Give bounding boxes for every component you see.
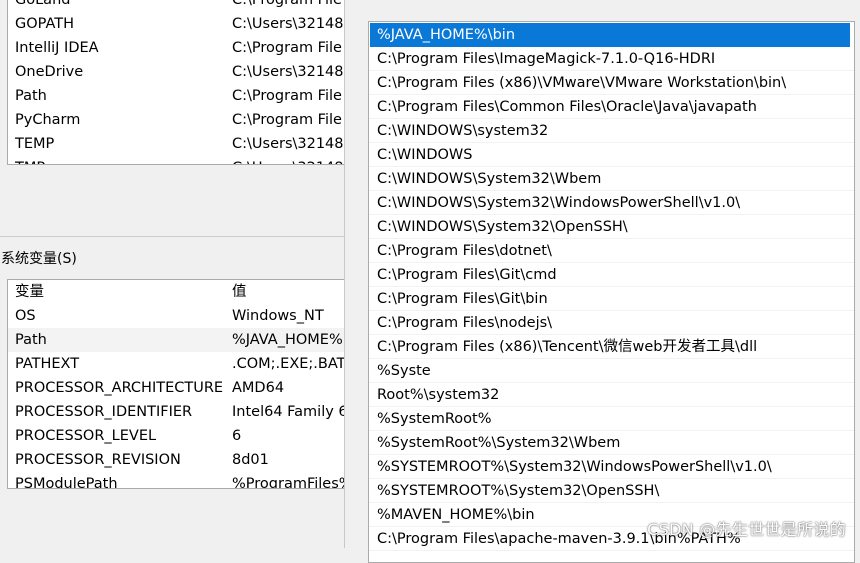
path-entry[interactable]: %SYSTEMROOT%\System32\WindowsPowerShell\… [369,455,854,479]
variable-row[interactable]: TMP C:\Users\32148 [8,156,353,164]
variable-name: Path [15,332,47,348]
path-entry[interactable]: %SYSTEMROOT%\System32\OpenSSH\ [369,479,854,503]
path-entry[interactable]: C:\Program Files\nodejs\ [369,311,854,335]
variable-value: C:\Program File [232,88,342,104]
variable-row[interactable]: GoLand C:\Program File [8,0,353,12]
variable-value: .COM;.EXE;.BAT [232,356,346,372]
variable-value: C:\Users\32148 [232,16,344,32]
variable-value: 6 [232,428,242,444]
path-entries-list[interactable]: %JAVA_HOME%\bin C:\Program Files\ImageMag… [368,21,855,563]
variable-name: GOPATH [15,16,75,32]
path-entry[interactable]: C:\WINDOWS [369,143,854,167]
variable-row[interactable]: OS Windows_NT [8,304,353,328]
variable-row[interactable]: Path %JAVA_HOME% [8,328,353,352]
variable-name: PyCharm [15,112,81,128]
path-entry[interactable]: C:\Program Files (x86)\VMware\VMware Wor… [369,71,854,95]
variable-row[interactable]: Path C:\Program File [8,84,353,108]
path-entry[interactable]: C:\Program Files\Git\bin [369,287,854,311]
path-entry[interactable]: C:\WINDOWS\system32 [369,119,854,143]
variable-row[interactable]: OneDrive C:\Users\32148 [8,60,353,84]
variable-name: PROCESSOR_LEVEL [15,428,157,444]
variable-row[interactable]: PATHEXT .COM;.EXE;.BAT [8,352,353,376]
path-entry[interactable]: %JAVA_HOME%\bin [370,23,850,47]
variable-row[interactable]: PyCharm C:\Program File [8,108,353,132]
variable-row[interactable]: IntelliJ IDEA C:\Program File [8,36,353,60]
variable-value: AMD64 [232,380,285,396]
watermark: CSDN @先生世世是所说的 [647,520,846,539]
path-entry[interactable]: C:\WINDOWS\System32\Wbem [369,167,854,191]
variable-row[interactable]: TEMP C:\Users\32148 [8,132,353,156]
path-entry[interactable]: Root%\system32 [369,383,854,407]
variable-name: PROCESSOR_REVISION [15,452,181,468]
path-entry[interactable]: %SystemRoot% [369,407,854,431]
variable-row[interactable]: PSModulePath %ProgramFiles% [8,472,353,489]
variable-value: C:\Users\32148 [232,156,353,164]
path-entry[interactable]: C:\Program Files\Common Files\Oracle\Jav… [369,95,854,119]
variable-name: PROCESSOR_ARCHITECTURE [15,380,224,396]
path-entry[interactable]: C:\Program Files\dotnet\ [369,239,854,263]
edit-environment-variable-dialog: %JAVA_HOME%\bin C:\Program Files\ImageMag… [344,0,860,563]
path-entry[interactable]: %SystemRoot%\System32\Wbem [369,431,854,455]
variable-value: C:\Program File [232,0,342,8]
path-entry[interactable]: C:\Program Files (x86)\Tencent\微信web开发者工… [369,335,854,359]
variable-value: 8d01 [232,452,269,468]
variable-name: TEMP [15,136,55,152]
variable-row[interactable]: GOPATH C:\Users\32148 [8,12,353,36]
variable-value: C:\Program File [232,40,342,56]
path-entry[interactable]: C:\Program Files\Git\cmd [369,263,854,287]
variable-name: Path [15,88,47,104]
variable-name: OS [15,308,36,324]
variable-value: %ProgramFiles% [232,476,353,489]
user-variables-list[interactable]: GoLand C:\Program File GOPATH C:\Users\3214… [7,0,354,165]
system-variables-label: 系统变量(S) [1,251,77,267]
variable-name: TMP [15,156,225,164]
variable-name: PATHEXT [15,356,80,372]
variable-row[interactable]: PROCESSOR_LEVEL 6 [8,424,353,448]
variable-name: IntelliJ IDEA [15,40,99,56]
variable-row[interactable]: PROCESSOR_ARCHITECTURE AMD64 [8,376,353,400]
variable-row[interactable]: PROCESSOR_REVISION 8d01 [8,448,353,472]
variable-name: OneDrive [15,64,84,80]
column-header-row: 变量 值 [8,280,353,304]
path-entry[interactable]: %Syste [369,359,854,383]
variable-value: C:\Users\32148 [232,64,344,80]
variable-name: GoLand [15,0,71,8]
variable-value: C:\Users\32148 [232,136,344,152]
variable-row[interactable]: PROCESSOR_IDENTIFIER Intel64 Family 6 [8,400,353,424]
path-entry[interactable]: C:\WINDOWS\System32\WindowsPowerShell\v1… [369,191,854,215]
variable-value: %JAVA_HOME% [232,332,343,348]
system-variables-list[interactable]: 变量 值 OS Windows_NT Path %JAVA_HOME% PATHEXT.… [7,279,354,489]
path-entry[interactable]: C:\Program Files\ImageMagick-7.1.0-Q16-H… [369,47,854,71]
variable-value: Windows_NT [232,308,324,324]
variable-name: PSModulePath [15,476,118,489]
column-header-variable[interactable]: 变量 [15,280,225,304]
variable-value: Intel64 Family 6 [232,404,348,420]
section-divider [0,236,345,237]
variable-name: PROCESSOR_IDENTIFIER [15,404,193,420]
variable-value: C:\Program File [232,112,342,128]
column-header-value[interactable]: 值 [232,280,353,304]
path-entry[interactable]: C:\WINDOWS\System32\OpenSSH\ [369,215,854,239]
